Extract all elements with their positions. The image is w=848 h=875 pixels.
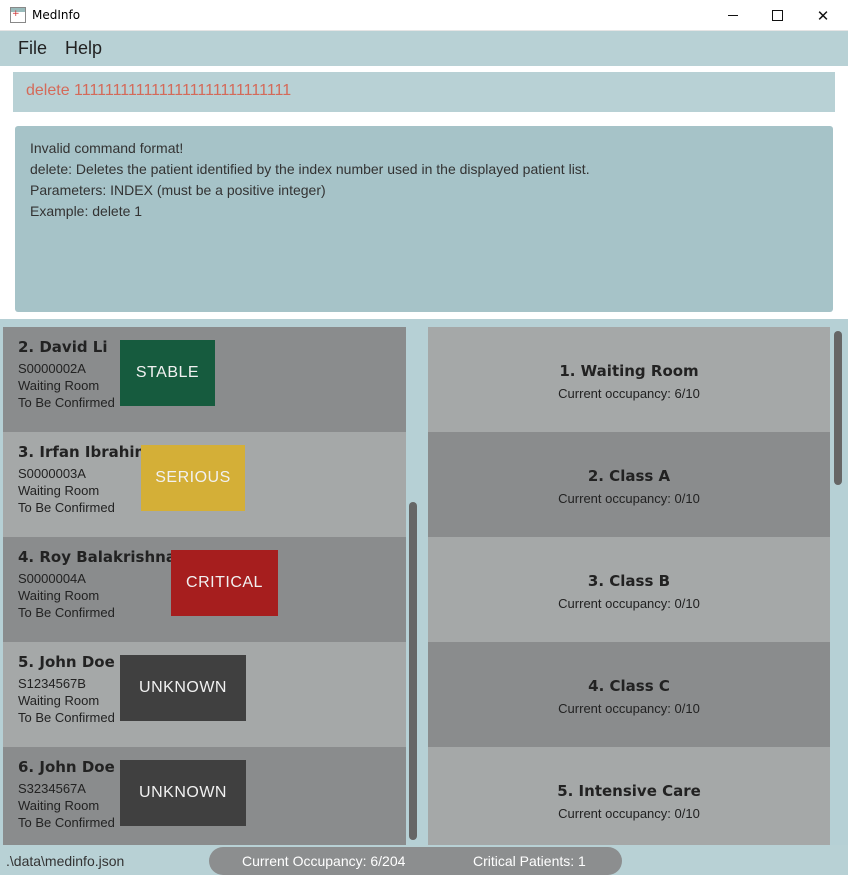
patient-ward: To Be Confirmed: [18, 710, 115, 725]
status-badge: SERIOUS: [141, 445, 245, 511]
patient-id: S0000004A: [18, 571, 86, 586]
room-card[interactable]: 5. Intensive Care Current occupancy: 0/1…: [428, 747, 830, 845]
minimize-button[interactable]: [710, 0, 756, 31]
patient-id: S0000003A: [18, 466, 86, 481]
room-name: 5. Intensive Care: [557, 782, 701, 800]
status-badge: CRITICAL: [171, 550, 278, 616]
room-card[interactable]: 4. Class C Current occupancy: 0/10: [428, 642, 830, 747]
menu-file[interactable]: File: [18, 38, 47, 59]
room-name: 4. Class C: [588, 677, 670, 695]
patient-room: Waiting Room: [18, 798, 100, 813]
room-card[interactable]: 3. Class B Current occupancy: 0/10: [428, 537, 830, 642]
patient-ward: To Be Confirmed: [18, 500, 115, 515]
patient-id: S3234567A: [18, 781, 86, 796]
room-occupancy: Current occupancy: 0/10: [558, 701, 700, 716]
current-occupancy: Current Occupancy: 6/204: [242, 853, 406, 869]
status-badge: STABLE: [120, 340, 215, 406]
room-card[interactable]: 1. Waiting Room Current occupancy: 6/10: [428, 327, 830, 432]
status-badge: UNKNOWN: [120, 760, 246, 826]
command-input[interactable]: delete 1111111111111111111111111111: [13, 72, 835, 112]
patient-room: Waiting Room: [18, 693, 100, 708]
patient-card[interactable]: 2. David Li S0000002A Waiting Room To Be…: [3, 327, 406, 432]
patient-room: Waiting Room: [18, 483, 100, 498]
result-line: delete: Deletes the patient identified b…: [30, 161, 590, 177]
patient-name: 3. Irfan Ibrahim: [18, 443, 151, 461]
minimize-icon: [728, 15, 738, 16]
patient-card[interactable]: 3. Irfan Ibrahim S0000003A Waiting Room …: [3, 432, 406, 537]
patient-name: 5. John Doe: [18, 653, 115, 671]
close-icon: ✕: [816, 6, 830, 25]
patient-id: S1234567B: [18, 676, 86, 691]
patient-name: 6. John Doe: [18, 758, 115, 776]
title-bar: MedInfo ✕: [0, 0, 848, 31]
patient-list-scrollbar-thumb[interactable]: [409, 502, 417, 840]
menu-help[interactable]: Help: [65, 38, 102, 59]
main-content: 2. David Li S0000002A Waiting Room To Be…: [0, 319, 848, 845]
result-line: Invalid command format!: [30, 140, 184, 156]
patient-card[interactable]: 4. Roy Balakrishnan S0000004A Waiting Ro…: [3, 537, 406, 642]
maximize-button[interactable]: [754, 0, 800, 31]
status-badge: UNKNOWN: [120, 655, 246, 721]
patient-name: 2. David Li: [18, 338, 108, 356]
menu-bar: File Help: [0, 31, 848, 66]
room-occupancy: Current occupancy: 6/10: [558, 386, 700, 401]
window-title: MedInfo: [32, 8, 81, 22]
patient-ward: To Be Confirmed: [18, 605, 115, 620]
result-line: Parameters: INDEX (must be a positive in…: [30, 182, 326, 198]
maximize-icon: [771, 10, 783, 21]
result-display: Invalid command format! delete: Deletes …: [15, 126, 833, 312]
save-file-path: .\data\medinfo.json: [6, 853, 125, 869]
room-card[interactable]: 2. Class A Current occupancy: 0/10: [428, 432, 830, 537]
room-list: 1. Waiting Room Current occupancy: 6/10 …: [428, 327, 830, 845]
close-button[interactable]: ✕: [800, 0, 846, 31]
room-occupancy: Current occupancy: 0/10: [558, 491, 700, 506]
patient-room: Waiting Room: [18, 588, 100, 603]
room-occupancy: Current occupancy: 0/10: [558, 596, 700, 611]
room-list-scrollbar-thumb[interactable]: [834, 331, 842, 485]
patient-room: Waiting Room: [18, 378, 100, 393]
medinfo-app-icon: [10, 7, 26, 23]
status-bar: .\data\medinfo.json Current Occupancy: 6…: [0, 845, 848, 875]
status-summary: Current Occupancy: 6/204 Critical Patien…: [209, 847, 622, 875]
critical-patients: Critical Patients: 1: [473, 853, 586, 869]
patient-ward: To Be Confirmed: [18, 395, 115, 410]
result-line: Example: delete 1: [30, 203, 143, 219]
patient-list: 2. David Li S0000002A Waiting Room To Be…: [3, 327, 406, 845]
patient-ward: To Be Confirmed: [18, 815, 115, 830]
room-occupancy: Current occupancy: 0/10: [558, 806, 700, 821]
patient-id: S0000002A: [18, 361, 86, 376]
room-name: 1. Waiting Room: [559, 362, 699, 380]
patient-card[interactable]: 6. John Doe S3234567A Waiting Room To Be…: [3, 747, 406, 845]
room-name: 3. Class B: [587, 572, 671, 590]
patient-card[interactable]: 5. John Doe S1234567B Waiting Room To Be…: [3, 642, 406, 747]
room-name: 2. Class A: [587, 467, 671, 485]
patient-name: 4. Roy Balakrishnan: [18, 548, 187, 566]
